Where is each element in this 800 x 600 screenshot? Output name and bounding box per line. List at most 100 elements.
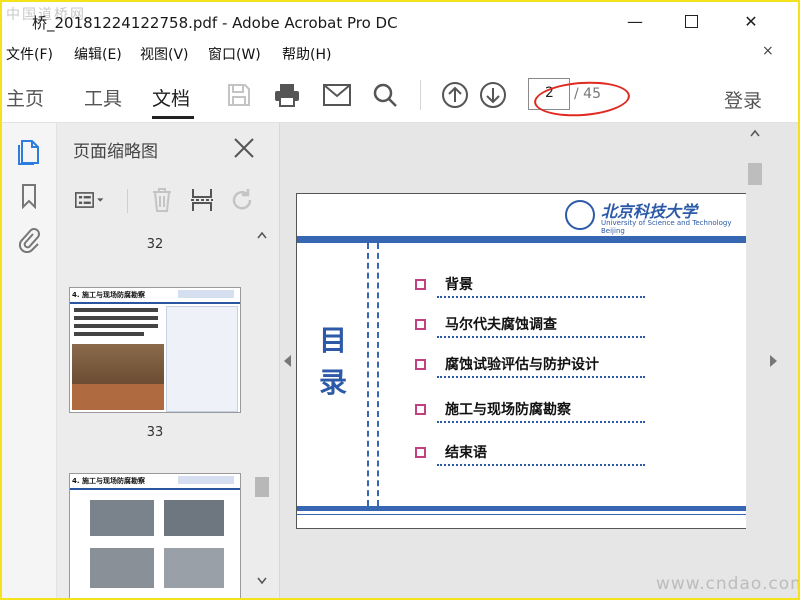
bookmarks-button[interactable] — [14, 181, 44, 211]
paperclip-icon — [18, 228, 40, 253]
panel-scroll-thumb[interactable] — [255, 477, 269, 497]
toc-item: 背景 — [415, 274, 655, 302]
menu-help[interactable]: 帮助(H) — [282, 44, 331, 64]
thumbnail-logo — [178, 290, 234, 298]
login-button[interactable]: 登录 — [724, 86, 762, 113]
menu-file[interactable]: 文件(F) — [6, 44, 53, 64]
thumbnail-photo — [164, 500, 224, 536]
close-panel-button[interactable] — [231, 135, 257, 161]
save-button[interactable] — [224, 80, 254, 110]
toc-dotted-line — [437, 296, 645, 298]
tab-document[interactable]: 文档 — [152, 84, 190, 111]
toc-dotted-line — [437, 336, 645, 338]
toc-bullet-icon — [415, 404, 426, 415]
thumbnail-logo — [178, 476, 234, 484]
minimize-button[interactable]: — — [612, 8, 658, 34]
thumbnail-photo-detail — [72, 384, 164, 410]
insert-page-button[interactable] — [187, 185, 217, 215]
toc-item: 马尔代夫腐蚀调查 — [415, 314, 655, 342]
menu-edit[interactable]: 编辑(E) — [74, 44, 122, 64]
title-bar: 中国道桥网 桥_20181224122758.pdf - Adobe Acrob… — [2, 2, 798, 40]
toolbar-separator — [420, 80, 421, 110]
search-icon — [373, 83, 397, 107]
tab-tools[interactable]: 工具 — [84, 84, 122, 111]
close-window-button[interactable]: ✕ — [728, 8, 774, 34]
maximize-icon — [684, 14, 698, 28]
panel-scrollbar[interactable] — [253, 227, 271, 598]
collapse-left-icon[interactable] — [284, 355, 291, 367]
thumbnail-header: 4. 施工与现场防腐勘察 — [70, 288, 240, 304]
tab-home[interactable]: 主页 — [6, 84, 44, 111]
toc-bullet-icon — [415, 359, 426, 370]
options-menu-icon — [75, 192, 104, 208]
toc-dotted-line — [437, 376, 645, 378]
minimize-icon: — — [627, 11, 643, 31]
navigation-rail — [2, 123, 57, 598]
thumbnail-heading: 4. 施工与现场防腐勘察 — [72, 291, 145, 299]
page-thumbnails-button[interactable] — [14, 137, 44, 167]
thumbnail-heading: 4. 施工与现场防腐勘察 — [72, 477, 145, 485]
thumbnail-document-image — [166, 306, 238, 412]
menu-window[interactable]: 窗口(W) — [208, 44, 261, 64]
print-button[interactable] — [272, 80, 302, 110]
mail-icon — [323, 84, 351, 106]
menu-bar: 文件(F) 编辑(E) 视图(V) 窗口(W) 帮助(H) × — [2, 40, 798, 66]
expand-right-icon[interactable] — [770, 355, 777, 367]
next-page-button[interactable] — [478, 80, 508, 110]
save-icon — [228, 84, 250, 106]
search-button[interactable] — [370, 80, 400, 110]
toc-bullet-icon — [415, 319, 426, 330]
toc-item: 腐蚀试验评估与防护设计 — [415, 354, 655, 382]
close-icon — [234, 138, 254, 158]
toc-dotted-line — [437, 421, 645, 423]
slide-bottom-line — [297, 514, 747, 515]
active-tab-indicator — [152, 116, 194, 119]
close-icon: ✕ — [744, 11, 758, 31]
thumbnail-list: 32 4. 施工与现场防腐勘察 33 4. 施工与现场防腐勘察 — [57, 227, 253, 598]
document-scrollbar[interactable] — [746, 123, 764, 598]
email-button[interactable] — [322, 80, 352, 110]
panel-toolbar — [57, 181, 279, 221]
app-window: 中国道桥网 桥_20181224122758.pdf - Adobe Acrob… — [0, 0, 800, 600]
page-thumbnail[interactable]: 4. 施工与现场防腐勘察 — [69, 473, 241, 598]
close-document-button[interactable]: × — [762, 43, 774, 59]
university-seal-icon — [565, 200, 595, 230]
thumbnail-header: 4. 施工与现场防腐勘察 — [70, 474, 240, 490]
page-number-input[interactable]: 2 — [528, 78, 570, 110]
menu-view[interactable]: 视图(V) — [140, 44, 189, 64]
thumbnail-meeting-photo — [72, 344, 164, 410]
document-scroll-thumb[interactable] — [748, 163, 762, 185]
rotate-icon — [232, 189, 252, 210]
maximize-button[interactable] — [668, 8, 714, 34]
page-number-label: 33 — [146, 425, 164, 440]
page-insert-icon — [191, 189, 213, 211]
toc-item-text: 背景 — [445, 277, 473, 293]
watermark-bottom: www.cndao.com — [656, 574, 800, 594]
document-view: 北京科技大学 University of Science and Technol… — [280, 123, 798, 598]
rotate-page-button[interactable] — [227, 185, 257, 215]
thumbnails-panel: 页面缩略图 32 4. 施工与现场防腐勘察 33 4. 施工与现场防腐勘察 — [57, 123, 280, 598]
slide-bottom-bar — [297, 506, 747, 511]
print-icon — [275, 84, 299, 107]
slide-top-bar — [297, 236, 747, 243]
toc-item-text: 马尔代夫腐蚀调查 — [445, 317, 557, 333]
trash-icon — [153, 188, 171, 212]
attachments-button[interactable] — [14, 225, 44, 255]
university-name-en: University of Science and Technology Bei… — [601, 219, 732, 235]
thumbnail-options-button[interactable] — [75, 185, 105, 215]
delete-page-button[interactable] — [147, 185, 177, 215]
toc-item: 施工与现场防腐勘察 — [415, 399, 655, 427]
page-thumbnail[interactable]: 4. 施工与现场防腐勘察 — [69, 287, 241, 413]
thumbnail-text-line — [74, 316, 158, 320]
slide-divider-line — [377, 243, 379, 506]
toc-item: 结束语 — [415, 442, 655, 470]
toc-bullet-icon — [415, 447, 426, 458]
toc-item-text: 施工与现场防腐勘察 — [445, 402, 571, 418]
pdf-page: 北京科技大学 University of Science and Technol… — [296, 193, 748, 529]
prev-page-button[interactable] — [440, 80, 470, 110]
toc-item-text: 结束语 — [445, 445, 487, 461]
panel-separator — [127, 189, 128, 213]
toc-bullet-icon — [415, 279, 426, 290]
slide-heading: 目录 — [319, 324, 348, 399]
thumbnail-photo — [90, 500, 154, 536]
